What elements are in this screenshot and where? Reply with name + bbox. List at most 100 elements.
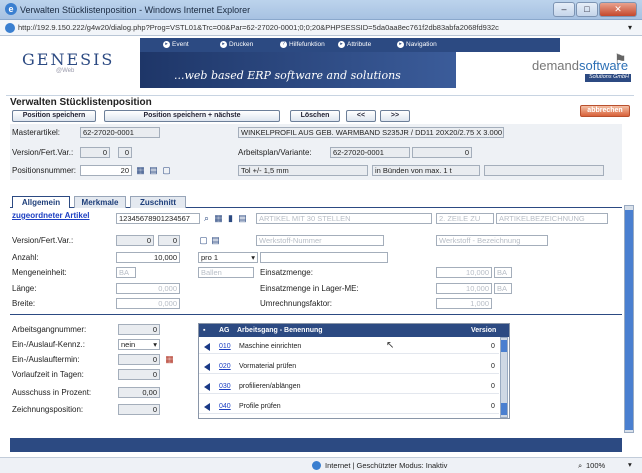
laenge-label: Länge: xyxy=(12,284,37,293)
help-icon: ? xyxy=(280,40,287,48)
gen-version-field: 0 xyxy=(116,235,154,246)
document-icon-2[interactable]: ▢ xyxy=(198,235,209,246)
row-select-icon[interactable] xyxy=(204,363,210,371)
genesis-logo-sub: @Web xyxy=(56,68,75,74)
anzahl-label: Anzahl: xyxy=(12,253,39,262)
page-scrollbar[interactable] xyxy=(624,205,634,433)
grid-header-ag: AG xyxy=(219,327,230,334)
close-button[interactable]: ✕ xyxy=(599,2,637,17)
minimize-button[interactable]: – xyxy=(553,2,575,17)
table-row[interactable]: 030 profilieren/ablängen 0 xyxy=(199,379,499,394)
event-icon: ▸ xyxy=(163,40,170,48)
maximize-button[interactable]: □ xyxy=(576,2,598,17)
book-icon[interactable]: ▮ xyxy=(225,213,236,224)
termin-label: Ein-/Auslauftermin: xyxy=(12,355,80,364)
grid-scrollbar[interactable] xyxy=(500,337,508,418)
slogan: ...web based ERP software and solutions xyxy=(174,69,401,82)
bundle-field: in Bünden von max. 1 t xyxy=(372,165,480,176)
termin-field: 0 xyxy=(118,354,160,365)
agnr-field: 0 xyxy=(118,324,160,335)
master-description: WINKELPROFIL AUS GEB. WARMBAND S235JR / … xyxy=(238,127,504,138)
table-row[interactable]: 040 Profile prüfen 0 xyxy=(199,399,499,414)
page-icon xyxy=(5,23,15,33)
row-ag-link[interactable]: 020 xyxy=(219,359,231,374)
agnr-label: Arbeitsgangnummer: xyxy=(12,325,87,334)
zeichnung-field: 0 xyxy=(118,404,160,415)
zoom-icon: ⌕ xyxy=(578,461,583,470)
zug-artikel-field[interactable]: 12345678901234567 xyxy=(116,213,200,224)
slogan-banner: ...web based ERP software and solutions xyxy=(140,52,456,88)
fertvar-field: 0 xyxy=(118,147,132,158)
calendar-picker-icon[interactable]: ▦ xyxy=(164,354,175,365)
einaus-label: Ein-/Auslauf-Kennz.: xyxy=(12,340,85,349)
anzahl-field[interactable]: 10,000 xyxy=(116,252,180,263)
row-select-icon[interactable] xyxy=(204,383,210,391)
tab-merkmale[interactable]: Merkmale xyxy=(74,196,126,208)
row-name: Profile prüfen xyxy=(239,403,281,410)
row-select-icon[interactable] xyxy=(204,343,210,351)
grid-scrollbar-up[interactable] xyxy=(501,340,507,352)
gen-version-label: Version/Fert.Var.: xyxy=(12,236,74,245)
posnr-field[interactable]: 20 xyxy=(80,165,132,176)
attribute-icon: ▸ xyxy=(338,40,345,48)
row-ag-link[interactable]: 010 xyxy=(219,339,231,354)
prev-button[interactable]: << xyxy=(346,110,376,122)
address-dropdown-icon[interactable]: ▾ xyxy=(628,23,632,32)
save-next-button[interactable]: Position speichern + nächste xyxy=(104,110,280,122)
table-icon-2[interactable]: ▤ xyxy=(237,213,248,224)
vorlauf-field: 0 xyxy=(118,369,160,380)
ie-icon: e xyxy=(5,3,17,15)
werkstoff-nr-field[interactable]: Werkstoff-Nummer xyxy=(256,235,384,246)
row-ag-link[interactable]: 040 xyxy=(219,399,231,414)
delete-button[interactable]: Löschen xyxy=(290,110,340,122)
einsatzmenge-field: 10,000 xyxy=(436,267,492,278)
nav-event[interactable]: ▸ Event xyxy=(163,39,189,50)
address-bar[interactable]: http://192.9.150.222/g4w20/dialog.php?Pr… xyxy=(0,20,642,36)
version-label: Version/Fert.Var.: xyxy=(12,148,74,157)
masterartikel-field: 62-27020-0001 xyxy=(80,127,160,138)
grid-header: ▪ AG Arbeitsgang - Benennung Version xyxy=(199,324,509,337)
row-ag-link[interactable]: 030 xyxy=(219,379,231,394)
nav-drucken[interactable]: ▸ Drucken xyxy=(220,39,253,50)
grid-scrollbar-down[interactable] xyxy=(501,403,507,415)
page-scrollbar-thumb[interactable] xyxy=(625,210,633,430)
zeile2-field[interactable]: 2. ZEILE ZU xyxy=(436,213,494,224)
nav-navigation[interactable]: ▸ Navigation xyxy=(397,39,437,50)
zoom-level[interactable]: 100% xyxy=(586,461,605,470)
abort-button[interactable]: abbrechen xyxy=(580,105,630,117)
einaus-select[interactable]: nein ▾ xyxy=(118,339,160,350)
mouse-cursor-icon: ↖ xyxy=(386,340,395,351)
table-row[interactable]: 020 Vormaterial prüfen 0 xyxy=(199,359,499,374)
zoom-dropdown-icon[interactable]: ▾ xyxy=(628,460,632,469)
einsatzmenge-unit: BA xyxy=(494,267,512,278)
save-button[interactable]: Position speichern xyxy=(12,110,96,122)
document-icon[interactable]: ▢ xyxy=(161,165,172,176)
calendar-icon[interactable]: ▦ xyxy=(135,165,146,176)
table-icon[interactable]: ▤ xyxy=(148,165,159,176)
table-icon-3[interactable]: ▤ xyxy=(210,235,221,246)
row-version: 0 xyxy=(491,383,495,390)
artikel-desc-field[interactable]: ARTIKEL MIT 30 STELLEN xyxy=(256,213,432,224)
url-text[interactable]: http://192.9.150.222/g4w20/dialog.php?Pr… xyxy=(18,23,499,32)
genesis-logo: GENESIS xyxy=(22,50,115,69)
artikel-bez-field[interactable]: ARTIKELBEZEICHNUNG xyxy=(496,213,608,224)
posnr-label: Positionsnummer: xyxy=(12,166,77,175)
status-bar: Internet | Geschützter Modus: Inaktiv 10… xyxy=(0,457,642,473)
calendar-icon-2[interactable]: ▦ xyxy=(213,213,224,224)
werkstoff-bez-field[interactable]: Werkstoff - Bezeichnung xyxy=(436,235,548,246)
pro-select[interactable]: pro 1 ▾ xyxy=(198,252,258,263)
row-version: 0 xyxy=(491,403,495,410)
nav-attribute[interactable]: ▸ Attribute xyxy=(338,39,371,50)
tab-allgemein[interactable]: Allgemein xyxy=(12,196,70,208)
pro-extra-field[interactable] xyxy=(260,252,388,263)
umrechnung-field: 1,000 xyxy=(436,298,492,309)
tab-zuschnitt[interactable]: Zuschnitt xyxy=(130,196,186,208)
grid-header-name: Arbeitsgang - Benennung xyxy=(237,327,323,334)
row-select-icon[interactable] xyxy=(204,403,210,411)
nav-hilfe[interactable]: ? Hilfefunktion xyxy=(280,39,325,50)
table-row[interactable]: 010 Maschine einrichten 0 xyxy=(199,339,499,354)
zug-artikel-link[interactable]: zugeordneter Artikel xyxy=(12,211,90,220)
next-button[interactable]: >> xyxy=(380,110,410,122)
search-icon[interactable]: ⌕ xyxy=(201,213,212,224)
zeichnung-label: Zeichnungsposition: xyxy=(12,405,84,414)
